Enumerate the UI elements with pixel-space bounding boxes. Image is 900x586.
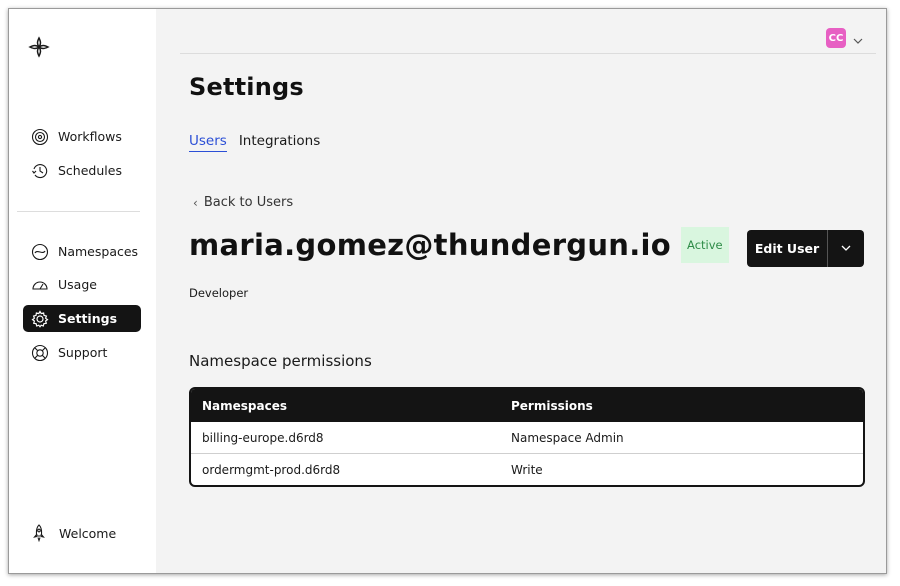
- schedules-icon: [31, 162, 49, 180]
- tab-integrations[interactable]: Integrations: [239, 133, 320, 152]
- rocket-icon: [31, 524, 47, 542]
- sidebar-item-label: Settings: [58, 311, 118, 326]
- permission-cell: Namespace Admin: [511, 430, 624, 445]
- app-window: Workflows Schedules Namespaces Usage Set…: [8, 8, 887, 574]
- sidebar-item-label: Workflows: [58, 129, 122, 144]
- usage-icon: [31, 276, 49, 294]
- user-role: Developer: [189, 286, 249, 300]
- edit-user-button-group: Edit User: [747, 230, 864, 267]
- column-header-permissions[interactable]: Permissions: [511, 399, 863, 413]
- sidebar-item-support[interactable]: Support: [23, 339, 141, 366]
- sidebar: Workflows Schedules Namespaces Usage Set…: [9, 9, 156, 573]
- permissions-table: Namespaces Permissions billing-europe.d6…: [189, 387, 865, 487]
- main-content: CC Settings Users Integrations ‹ Back to…: [156, 9, 886, 573]
- sidebar-item-label: Support: [58, 345, 108, 360]
- table-row[interactable]: billing-europe.d6rd8 Namespace Admin: [191, 422, 863, 453]
- section-title: Namespace permissions: [189, 352, 372, 370]
- edit-user-button[interactable]: Edit User: [747, 230, 827, 267]
- edit-user-menu-button[interactable]: [827, 230, 864, 267]
- column-header-namespaces[interactable]: Namespaces: [191, 399, 511, 413]
- account-menu[interactable]: CC: [826, 28, 864, 48]
- tab-users[interactable]: Users: [189, 133, 227, 152]
- avatar[interactable]: CC: [826, 28, 846, 48]
- namespace-cell: billing-europe.d6rd8: [202, 430, 324, 445]
- page-title: Settings: [189, 73, 304, 101]
- sidebar-item-label: Usage: [58, 277, 97, 292]
- namespace-cell: ordermgmt-prod.d6rd8: [202, 462, 341, 477]
- support-icon: [31, 344, 49, 362]
- sidebar-item-welcome[interactable]: Welcome: [31, 524, 116, 542]
- sidebar-item-label: Namespaces: [58, 244, 139, 259]
- temporal-logo-icon[interactable]: [28, 36, 50, 58]
- sidebar-item-usage[interactable]: Usage: [23, 271, 141, 298]
- settings-tabs: Users Integrations: [189, 133, 332, 152]
- back-link-label: Back to Users: [203, 195, 294, 210]
- sidebar-item-schedules[interactable]: Schedules: [23, 157, 141, 184]
- back-to-users-link[interactable]: ‹ Back to Users: [193, 195, 293, 210]
- sidebar-item-settings[interactable]: Settings: [23, 305, 141, 332]
- chevron-left-icon: ‹: [193, 195, 198, 210]
- user-header: maria.gomez@thundergun.io Active: [189, 227, 729, 263]
- gear-icon: [31, 309, 49, 328]
- table-row[interactable]: ordermgmt-prod.d6rd8 Write: [191, 453, 863, 485]
- status-badge: Active: [681, 227, 729, 263]
- sidebar-item-namespaces[interactable]: Namespaces: [23, 238, 141, 265]
- sidebar-item-workflows[interactable]: Workflows: [23, 123, 141, 150]
- sidebar-divider: [17, 211, 140, 212]
- chevron-down-icon: [840, 239, 852, 258]
- sidebar-item-label: Schedules: [58, 163, 122, 178]
- chevron-down-icon[interactable]: [852, 32, 864, 44]
- table-header: Namespaces Permissions: [191, 389, 863, 422]
- namespaces-icon: [31, 243, 49, 261]
- workflows-icon: [31, 128, 49, 146]
- welcome-label: Welcome: [59, 525, 117, 541]
- header-divider: [180, 53, 876, 54]
- permission-cell: Write: [511, 462, 543, 477]
- user-email: maria.gomez@thundergun.io: [189, 228, 672, 262]
